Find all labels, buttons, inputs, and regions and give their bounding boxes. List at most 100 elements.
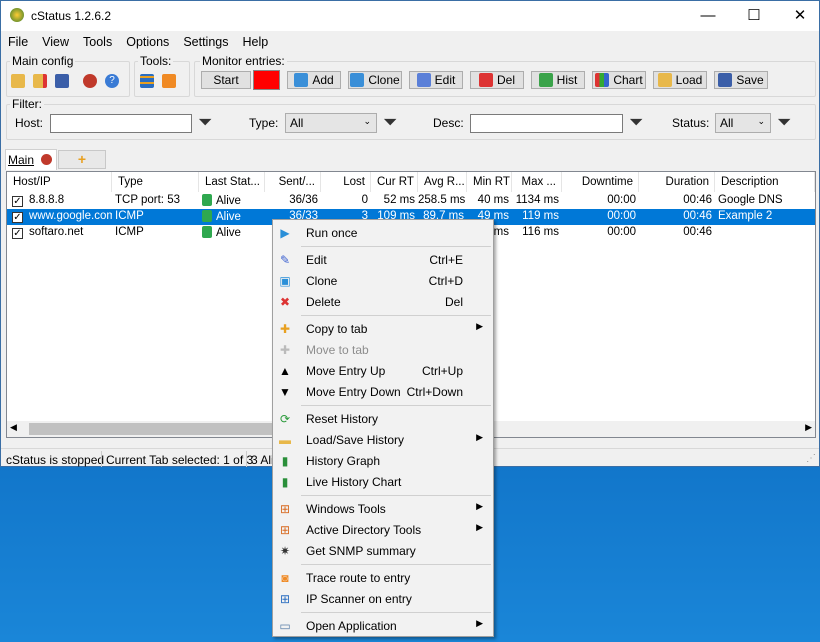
column-header-cur[interactable]: Cur RT bbox=[371, 172, 418, 192]
cell-dur: 00:46 bbox=[639, 226, 715, 238]
submenu-arrow-icon: ▶ bbox=[476, 618, 483, 628]
row-checkbox[interactable]: ✓ bbox=[12, 196, 23, 207]
column-header-lost[interactable]: Lost bbox=[321, 172, 371, 192]
tab-main[interactable]: Main bbox=[5, 149, 57, 170]
cell-min: 40 ms bbox=[467, 194, 512, 206]
row-checkbox[interactable]: ✓ bbox=[12, 212, 23, 223]
context-menu-item-ip-scanner-on-entry[interactable]: ⊞ IP Scanner on entry bbox=[273, 588, 493, 609]
clone-icon: ▣ bbox=[279, 274, 291, 288]
context-menu-item-copy-to-tab[interactable]: ✚ Copy to tab ▶ bbox=[273, 318, 493, 339]
context-menu-item-load-save-history[interactable]: ▬ Load/Save History ▶ bbox=[273, 429, 493, 450]
minimize-button[interactable]: — bbox=[685, 1, 731, 31]
column-header-avg[interactable]: Avg R... bbox=[418, 172, 467, 192]
context-menu-item-history-graph[interactable]: ▮ History Graph bbox=[273, 450, 493, 471]
menu-item-label: Trace route to entry bbox=[306, 571, 411, 585]
context-menu-item-windows-tools[interactable]: ⊞ Windows Tools ▶ bbox=[273, 498, 493, 519]
cell-sent: 36/36 bbox=[265, 194, 321, 206]
column-header-max[interactable]: Max ... bbox=[512, 172, 562, 192]
scroll-right-icon[interactable]: ▶ bbox=[805, 422, 812, 433]
context-menu-item-run-once[interactable]: ▶ Run once bbox=[273, 222, 493, 243]
context-menu-item-edit[interactable]: ✎ Edit Ctrl+E bbox=[273, 249, 493, 270]
edit-button[interactable]: Edit bbox=[409, 71, 463, 89]
type-filter-select[interactable]: All ⌄ bbox=[285, 113, 377, 133]
divider bbox=[101, 451, 102, 467]
network-icon: ⊞ bbox=[279, 592, 291, 606]
menu-item-label: Reset History bbox=[306, 412, 379, 426]
save-label: Save bbox=[736, 73, 764, 87]
table-row[interactable]: ✓ 8.8.8.8 TCP port: 53 Alive 36/36 0 52 ms 258.… bbox=[7, 193, 815, 209]
clone-icon bbox=[350, 73, 365, 87]
open-folder-icon[interactable] bbox=[11, 74, 25, 88]
clone-button[interactable]: Clone bbox=[348, 71, 402, 89]
menu-tools[interactable]: Tools bbox=[76, 31, 119, 49]
maximize-button[interactable]: ☐ bbox=[731, 1, 777, 31]
delete-icon: ✖ bbox=[279, 295, 291, 309]
cell-text: ICMP bbox=[115, 210, 144, 222]
host-filter-icon[interactable]: ⏷ bbox=[198, 113, 212, 131]
context-menu-item-clone[interactable]: ▣ Clone Ctrl+D bbox=[273, 270, 493, 291]
cell-cur: 52 ms bbox=[371, 194, 418, 206]
history-label: Hist bbox=[556, 73, 578, 87]
menu-settings[interactable]: Settings bbox=[176, 31, 235, 49]
help-icon[interactable]: ? bbox=[105, 74, 119, 88]
start-button[interactable]: Start bbox=[201, 71, 251, 89]
add-button[interactable]: Add bbox=[287, 71, 341, 89]
chart-icon bbox=[595, 73, 610, 87]
context-menu-item-live-history-chart[interactable]: ▮ Live History Chart bbox=[273, 471, 493, 492]
menu-separator bbox=[301, 612, 491, 613]
power-icon[interactable] bbox=[83, 74, 97, 88]
network-icon[interactable] bbox=[140, 74, 154, 88]
menu-file[interactable]: File bbox=[1, 31, 35, 49]
column-header-status[interactable]: Last Stat... bbox=[199, 172, 265, 192]
type-filter-icon[interactable]: ⏷ bbox=[383, 113, 397, 131]
rss-icon[interactable] bbox=[162, 74, 176, 88]
close-button[interactable]: ✕ bbox=[777, 1, 820, 31]
context-menu-item-reset-history[interactable]: ⟳ Reset History bbox=[273, 408, 493, 429]
context-menu-item-get-snmp-summary[interactable]: ✷ Get SNMP summary bbox=[273, 540, 493, 561]
save-icon[interactable] bbox=[55, 74, 69, 88]
plus-icon: ✚ bbox=[279, 322, 291, 336]
menu-item-label: Load/Save History bbox=[306, 433, 405, 447]
chart-button[interactable]: Chart bbox=[592, 71, 646, 89]
cell-text: Example 2 bbox=[718, 210, 773, 222]
host-filter-input[interactable] bbox=[50, 114, 192, 133]
cell-text: 36/36 bbox=[289, 194, 318, 206]
menu-options[interactable]: Options bbox=[119, 31, 176, 49]
context-menu-item-active-directory-tools[interactable]: ⊞ Active Directory Tools ▶ bbox=[273, 519, 493, 540]
submenu-arrow-icon: ▶ bbox=[476, 321, 483, 331]
submenu-arrow-icon: ▶ bbox=[476, 501, 483, 511]
cell-text: ICMP bbox=[115, 226, 144, 238]
menu-help[interactable]: Help bbox=[235, 31, 275, 49]
reset-icon: ⟳ bbox=[279, 412, 291, 426]
column-header-min[interactable]: Min RT bbox=[467, 172, 512, 192]
context-menu-item-move-entry-down[interactable]: ▼ Move Entry Down Ctrl+Down bbox=[273, 381, 493, 402]
context-menu-item-delete[interactable]: ✖ Delete Del bbox=[273, 291, 493, 312]
column-header-desc[interactable]: Description bbox=[715, 172, 815, 192]
context-menu-item-trace-route-to-entry[interactable]: ◙ Trace route to entry bbox=[273, 567, 493, 588]
new-folder-icon[interactable] bbox=[33, 74, 47, 88]
column-header-dur[interactable]: Duration bbox=[639, 172, 715, 192]
delete-button[interactable]: Del bbox=[470, 71, 524, 89]
history-button[interactable]: Hist bbox=[531, 71, 585, 89]
column-header-sent[interactable]: Sent/... bbox=[265, 172, 321, 192]
resize-grip-icon[interactable]: ⋰ bbox=[806, 453, 816, 464]
desc-label: Desc: bbox=[433, 116, 464, 130]
add-tab-button[interactable]: + bbox=[58, 150, 106, 169]
context-menu-item-open-application[interactable]: ▭ Open Application ▶ bbox=[273, 615, 493, 636]
status-filter-icon[interactable]: ⏷ bbox=[777, 113, 791, 131]
load-button[interactable]: Load bbox=[653, 71, 707, 89]
context-menu-item-move-entry-up[interactable]: ▲ Move Entry Up Ctrl+Up bbox=[273, 360, 493, 381]
column-header-type[interactable]: Type bbox=[112, 172, 199, 192]
cell-dur: 00:46 bbox=[639, 194, 715, 206]
status-filter-select[interactable]: All ⌄ bbox=[715, 113, 771, 133]
desc-filter-input[interactable] bbox=[470, 114, 623, 133]
desc-filter-icon[interactable]: ⏷ bbox=[629, 113, 643, 131]
column-header-down[interactable]: Downtime bbox=[562, 172, 639, 192]
scroll-left-icon[interactable]: ◀ bbox=[10, 422, 17, 433]
menu-view[interactable]: View bbox=[35, 31, 76, 49]
column-header-host[interactable]: Host/IP bbox=[7, 172, 112, 192]
row-checkbox[interactable]: ✓ bbox=[12, 228, 23, 239]
save-button[interactable]: Save bbox=[714, 71, 768, 89]
status-label: Status: bbox=[672, 116, 710, 130]
context-menu-item-move-to-tab: ✚ Move to tab bbox=[273, 339, 493, 360]
